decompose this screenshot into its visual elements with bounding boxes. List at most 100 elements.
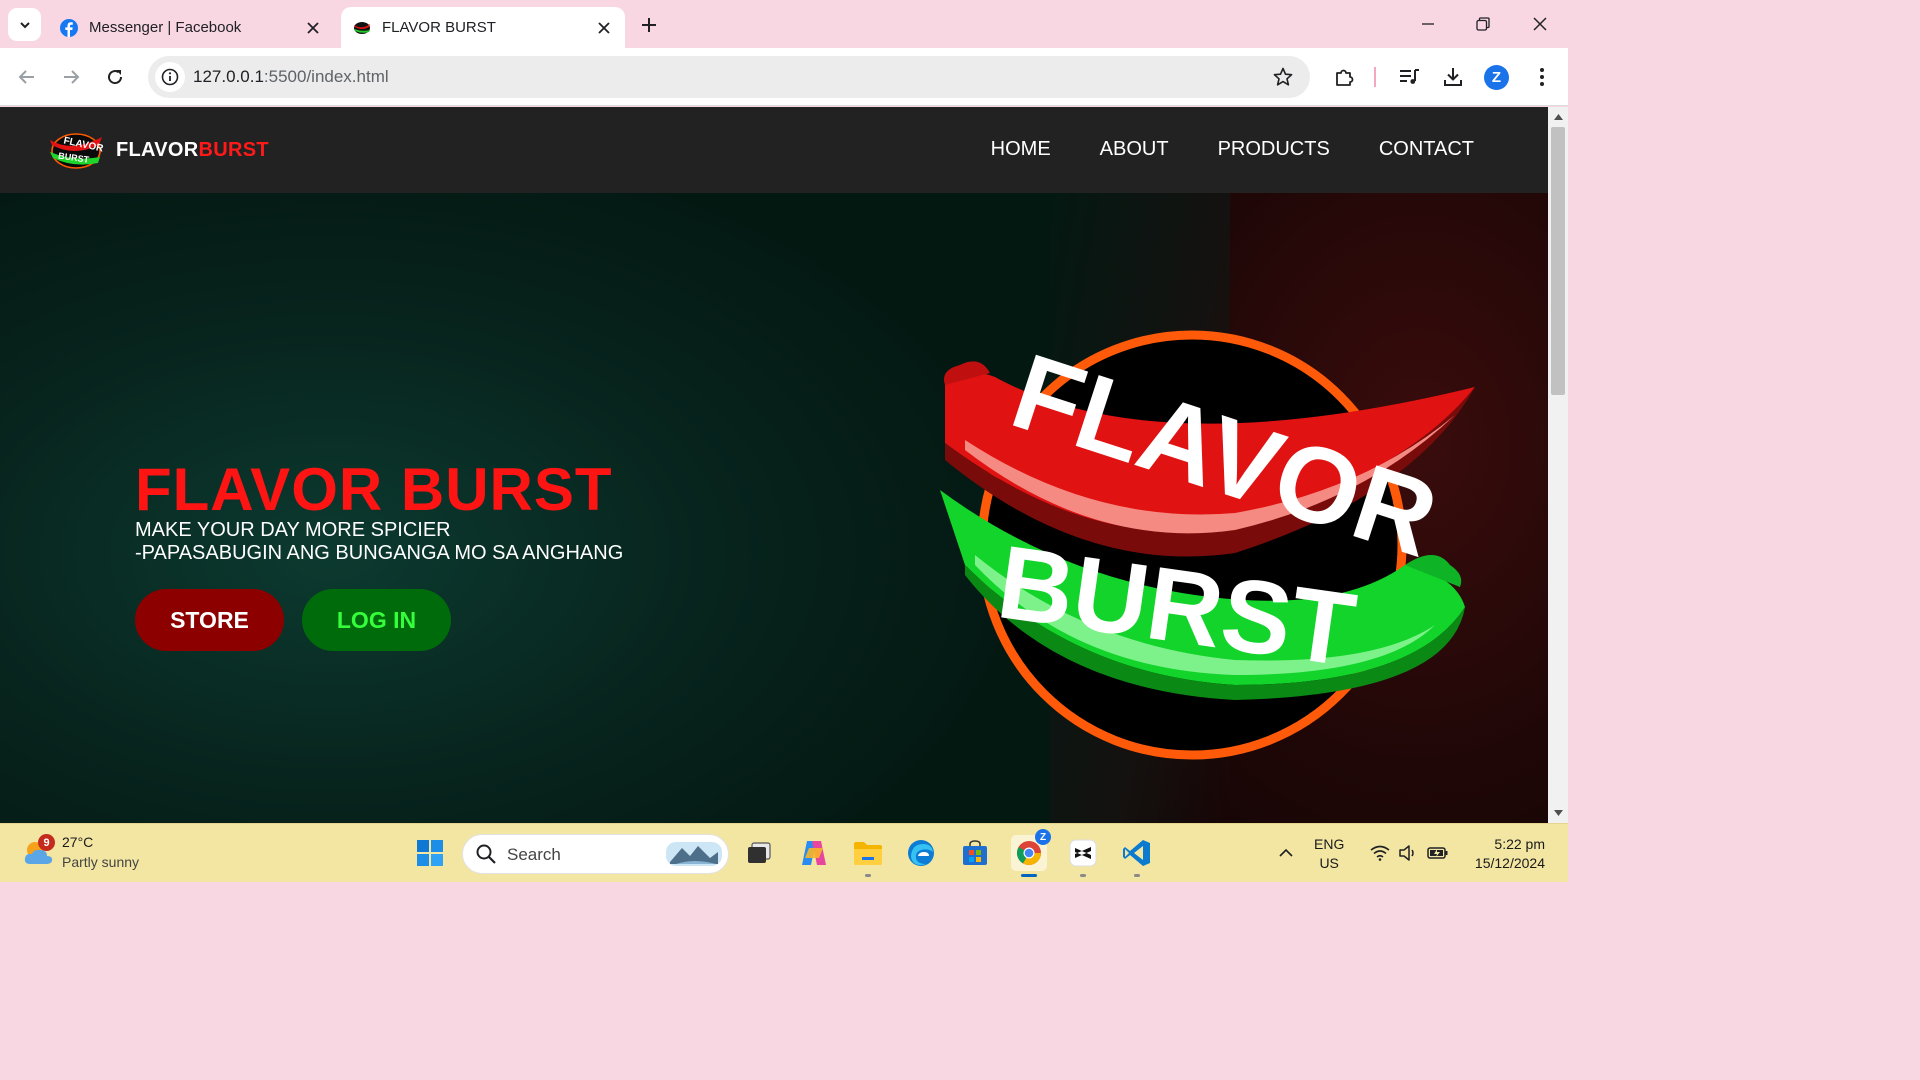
triangle-up-icon <box>1553 114 1563 120</box>
toolbar-separator <box>1374 67 1376 87</box>
capcut-button[interactable] <box>1065 835 1101 877</box>
weather-temp: 27°C <box>62 834 94 850</box>
nav-menu: HOME ABOUT PRODUCTS CONTACT <box>991 138 1474 161</box>
battery-button[interactable] <box>1420 835 1456 871</box>
site-brand[interactable]: FLAVOR BURST FLAVORBURST <box>48 131 269 169</box>
triangle-down-icon <box>1553 810 1563 816</box>
start-button[interactable] <box>412 835 448 871</box>
search-label: Search <box>507 845 561 864</box>
file-explorer-button[interactable] <box>850 835 886 877</box>
chrome-menu-button[interactable] <box>1527 62 1557 92</box>
running-indicator <box>1134 874 1140 877</box>
lang-line-2: US <box>1319 855 1339 871</box>
active-indicator <box>1021 874 1037 877</box>
back-button[interactable] <box>12 62 42 92</box>
scroll-down-button[interactable] <box>1548 805 1568 821</box>
page-viewport: FLAVOR BURST FLAVORBURST HOME ABOUT PROD… <box>0 107 1548 823</box>
close-window-button[interactable] <box>1520 8 1560 40</box>
hero-tagline-1: MAKE YOUR DAY MORE SPICIER <box>135 519 451 541</box>
vscode-icon <box>1123 840 1150 866</box>
running-indicator <box>1080 874 1086 877</box>
nav-products[interactable]: PRODUCTS <box>1218 138 1330 161</box>
minimize-button[interactable] <box>1408 8 1448 40</box>
reload-button[interactable] <box>100 62 130 92</box>
windows-logo-icon <box>417 840 443 866</box>
chevron-up-icon <box>1279 848 1293 857</box>
store-button[interactable]: STORE <box>135 589 284 651</box>
puzzle-icon <box>1336 69 1354 86</box>
show-hidden-icons-button[interactable] <box>1268 835 1304 871</box>
flavorburst-favicon <box>353 19 371 37</box>
brand-logo-icon: FLAVOR BURST <box>50 133 104 169</box>
chevron-down-icon <box>19 21 30 28</box>
bookmark-button[interactable] <box>1270 64 1296 90</box>
forward-button[interactable] <box>56 62 86 92</box>
media-control-button[interactable] <box>1394 62 1424 92</box>
star-icon <box>1273 67 1293 86</box>
arrow-left-icon <box>18 70 34 84</box>
folder-icon <box>854 842 882 865</box>
vscode-button[interactable] <box>1119 835 1155 877</box>
info-icon <box>161 68 179 86</box>
hero-section: FLAVOR BURST MAKE YOUR DAY MORE SPICIER … <box>0 193 1548 823</box>
tab-title: Messenger | Facebook <box>89 19 242 36</box>
weather-widget[interactable]: 9 27°C Partly sunny <box>22 832 139 872</box>
tab-search-button[interactable] <box>8 8 41 41</box>
battery-charging-icon <box>1427 847 1448 859</box>
minimize-icon <box>1422 23 1434 25</box>
flavor-burst-logo: FLAVOR BURST <box>940 330 1475 760</box>
chrome-profile-badge: Z <box>1035 829 1051 845</box>
edge-icon <box>908 840 934 866</box>
new-tab-button[interactable] <box>634 10 664 40</box>
search-highlight-icon <box>666 842 722 866</box>
url-host: 127.0.0.1 <box>193 67 264 86</box>
system-clock[interactable]: 5:22 pm 15/12/2024 <box>1475 835 1545 873</box>
edge-button[interactable] <box>903 835 939 871</box>
arrow-right-icon <box>64 70 80 84</box>
scroll-thumb[interactable] <box>1551 127 1565 395</box>
close-icon[interactable] <box>300 15 326 41</box>
weather-badge: 9 <box>38 834 55 851</box>
speaker-icon <box>1399 845 1414 861</box>
profile-avatar[interactable]: Z <box>1484 65 1509 90</box>
copilot-button[interactable] <box>796 835 832 871</box>
page-scrollbar[interactable] <box>1548 107 1568 823</box>
brand-name-red: BURST <box>198 138 269 161</box>
taskbar-search[interactable]: Search <box>462 834 729 874</box>
hero-title: FLAVOR BURST <box>135 456 613 523</box>
clock-time: 5:22 pm <box>1494 836 1545 852</box>
wifi-icon <box>1370 845 1390 861</box>
site-navbar: FLAVOR BURST FLAVORBURST HOME ABOUT PROD… <box>0 107 1548 193</box>
brand-name-white: FLAVOR <box>116 138 199 161</box>
input-language[interactable]: ENG US <box>1314 835 1344 873</box>
capcut-icon <box>1069 839 1097 867</box>
task-view-button[interactable] <box>741 835 777 871</box>
scroll-up-button[interactable] <box>1548 109 1568 125</box>
nav-about[interactable]: ABOUT <box>1100 138 1169 161</box>
close-icon[interactable] <box>591 15 617 41</box>
downloads-button[interactable] <box>1438 62 1468 92</box>
nav-contact[interactable]: CONTACT <box>1379 138 1474 161</box>
chrome-button[interactable]: Z <box>1011 829 1051 877</box>
restore-icon <box>1476 17 1490 31</box>
extensions-button[interactable] <box>1329 62 1359 92</box>
microsoft-store-button[interactable] <box>957 835 993 871</box>
login-button[interactable]: LOG IN <box>302 589 451 651</box>
plus-icon <box>642 18 656 32</box>
tab-messenger[interactable]: Messenger | Facebook <box>48 7 334 48</box>
url-text: 127.0.0.1:5500/index.html <box>193 67 389 87</box>
restore-button[interactable] <box>1463 8 1503 40</box>
reload-icon <box>108 70 123 85</box>
windows-taskbar: 9 27°C Partly sunny Search Z ENG US 5:22… <box>0 823 1568 882</box>
url-path: :5500/index.html <box>263 67 389 86</box>
site-info-button[interactable] <box>155 62 185 92</box>
weather-desc: Partly sunny <box>62 854 140 870</box>
running-indicator <box>865 874 871 877</box>
address-bar[interactable]: 127.0.0.1:5500/index.html <box>148 56 1310 98</box>
search-icon <box>476 844 496 864</box>
close-icon <box>1533 17 1547 31</box>
brand-name: FLAVORBURST <box>116 139 269 162</box>
nav-home[interactable]: HOME <box>991 138 1051 161</box>
tab-flavor-burst[interactable]: FLAVOR BURST <box>341 7 625 48</box>
partly-sunny-icon: 9 <box>22 834 55 868</box>
